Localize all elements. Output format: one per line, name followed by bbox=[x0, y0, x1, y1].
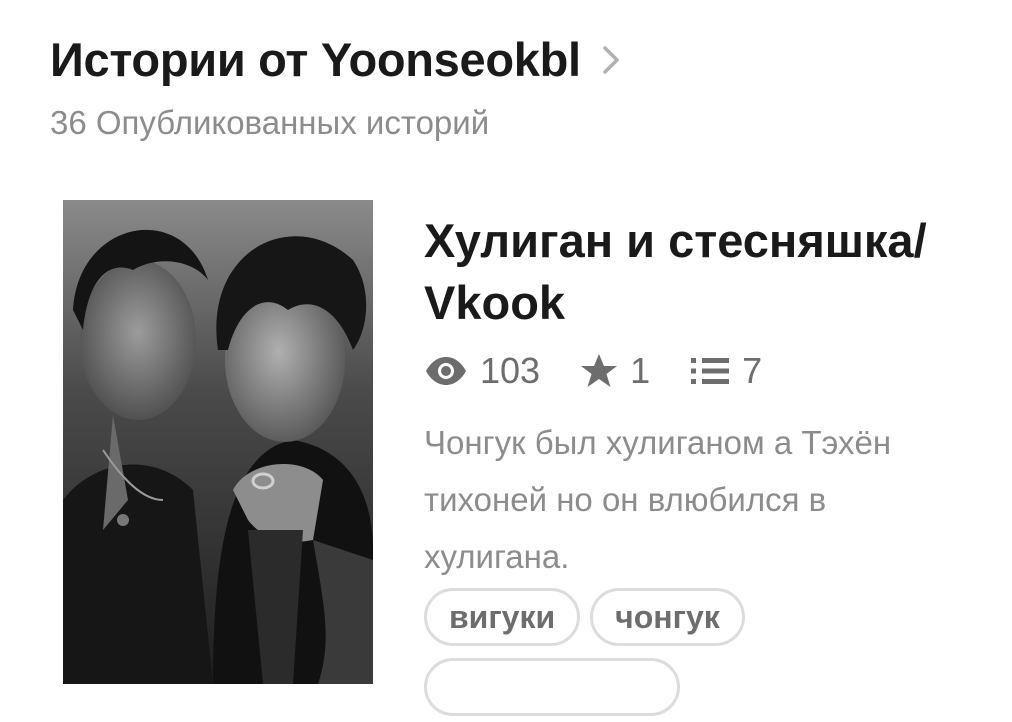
story-title[interactable]: Хулиган и стесняшка/ Vkook bbox=[424, 210, 999, 334]
parts-count: 7 bbox=[742, 350, 763, 391]
star-icon bbox=[581, 354, 618, 387]
list-icon bbox=[691, 358, 730, 384]
section-title: Истории от Yoonseokbl bbox=[50, 33, 581, 86]
story-description: Чонгук был хулиганом а Тэхён тихоней но … bbox=[424, 424, 892, 575]
parts-stat: 7 bbox=[690, 350, 762, 392]
story-cover-image[interactable] bbox=[63, 200, 373, 684]
chevron-right-icon bbox=[603, 45, 619, 74]
author-stories-section: Истории от Yoonseokbl 36 Опубликованных … bbox=[0, 0, 1012, 722]
story-stats: 103 1 7 bbox=[424, 350, 762, 392]
votes-count: 1 bbox=[630, 350, 651, 391]
published-count: 36 Опубликованных историй bbox=[50, 104, 490, 141]
views-count: 103 bbox=[480, 350, 541, 391]
stories-header-link[interactable]: Истории от Yoonseokbl bbox=[50, 36, 623, 83]
tag-chip-partial[interactable] bbox=[424, 658, 680, 716]
tag-chip[interactable]: вигуки bbox=[424, 588, 581, 646]
story-tags: вигуки чонгук bbox=[424, 588, 984, 716]
eye-icon bbox=[426, 357, 466, 385]
cover-photo bbox=[63, 200, 373, 684]
views-stat: 103 bbox=[424, 350, 540, 392]
votes-stat: 1 bbox=[580, 350, 650, 392]
tag-chip[interactable]: чонгук bbox=[590, 588, 745, 646]
